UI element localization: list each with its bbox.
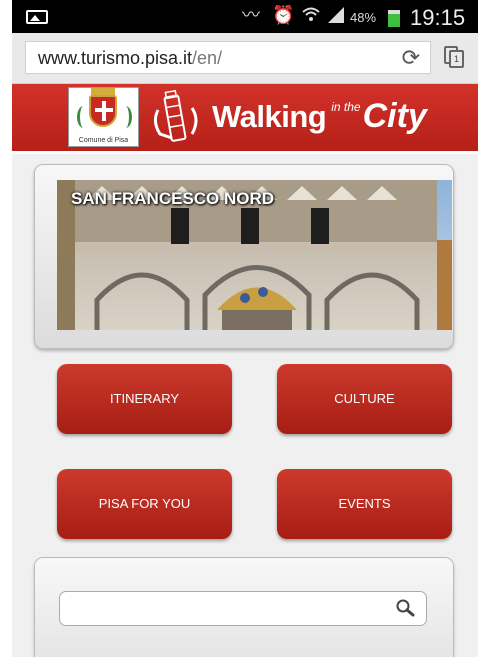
crown-icon	[91, 88, 115, 95]
brand-city: City	[362, 97, 427, 135]
hero-title: SAN FRANCESCO NORD	[71, 189, 275, 208]
signal-icon	[326, 6, 346, 29]
coat-of-arms-logo[interactable]: Comune di Pisa	[68, 87, 139, 147]
culture-button[interactable]: CULTURE	[277, 364, 452, 434]
laurel-right-icon	[119, 106, 132, 128]
itinerary-button[interactable]: ITINERARY	[57, 364, 232, 434]
vibrate-icon: 〰	[242, 5, 260, 26]
events-button[interactable]: EVENTS	[277, 469, 452, 539]
status-bar: 〰 ⏰ 48% 19:15	[12, 0, 478, 33]
tab-count: 1	[449, 50, 464, 68]
url-domain: www.turismo.pisa.it	[38, 48, 193, 68]
site-header: Comune di Pisa Walking in theCity	[12, 84, 478, 154]
image-notification-icon	[26, 10, 48, 24]
address-bar[interactable]: www.turismo.pisa.it/en/ ⟳	[25, 41, 431, 74]
url-text[interactable]: www.turismo.pisa.it/en/	[38, 48, 222, 69]
tabs-icon[interactable]: 1	[444, 46, 464, 68]
search-input[interactable]	[59, 591, 427, 626]
cross-horizontal	[95, 108, 113, 112]
coat-caption: Comune di Pisa	[78, 137, 129, 144]
browser-toolbar: www.turismo.pisa.it/en/ ⟳ 1	[12, 33, 478, 84]
battery-icon	[388, 10, 400, 27]
phone-screen: 〰 ⏰ 48% 19:15 www.turismo.pisa.it/en/ ⟳ …	[12, 0, 478, 657]
pisa-for-you-button[interactable]: PISA FOR YOU	[57, 469, 232, 539]
battery-percent: 48%	[350, 10, 377, 25]
shield-icon	[89, 95, 117, 127]
hero-card: SAN FRANCESCO NORD	[34, 164, 454, 349]
walking-in-the-city-logo[interactable]: Walking in theCity	[212, 97, 427, 137]
wifi-icon	[302, 6, 320, 29]
url-path: /en/	[192, 48, 223, 68]
search-icon[interactable]	[395, 598, 415, 618]
church-photo[interactable]: SAN FRANCESCO NORD	[57, 180, 452, 330]
brand-walking: Walking	[212, 99, 327, 134]
brand-in-the: in the	[331, 100, 361, 114]
clock: 19:15	[410, 5, 466, 30]
leaning-tower-icon	[153, 89, 198, 142]
alarm-icon: ⏰	[272, 5, 295, 26]
search-card	[34, 557, 454, 657]
reload-icon[interactable]: ⟳	[402, 46, 420, 71]
